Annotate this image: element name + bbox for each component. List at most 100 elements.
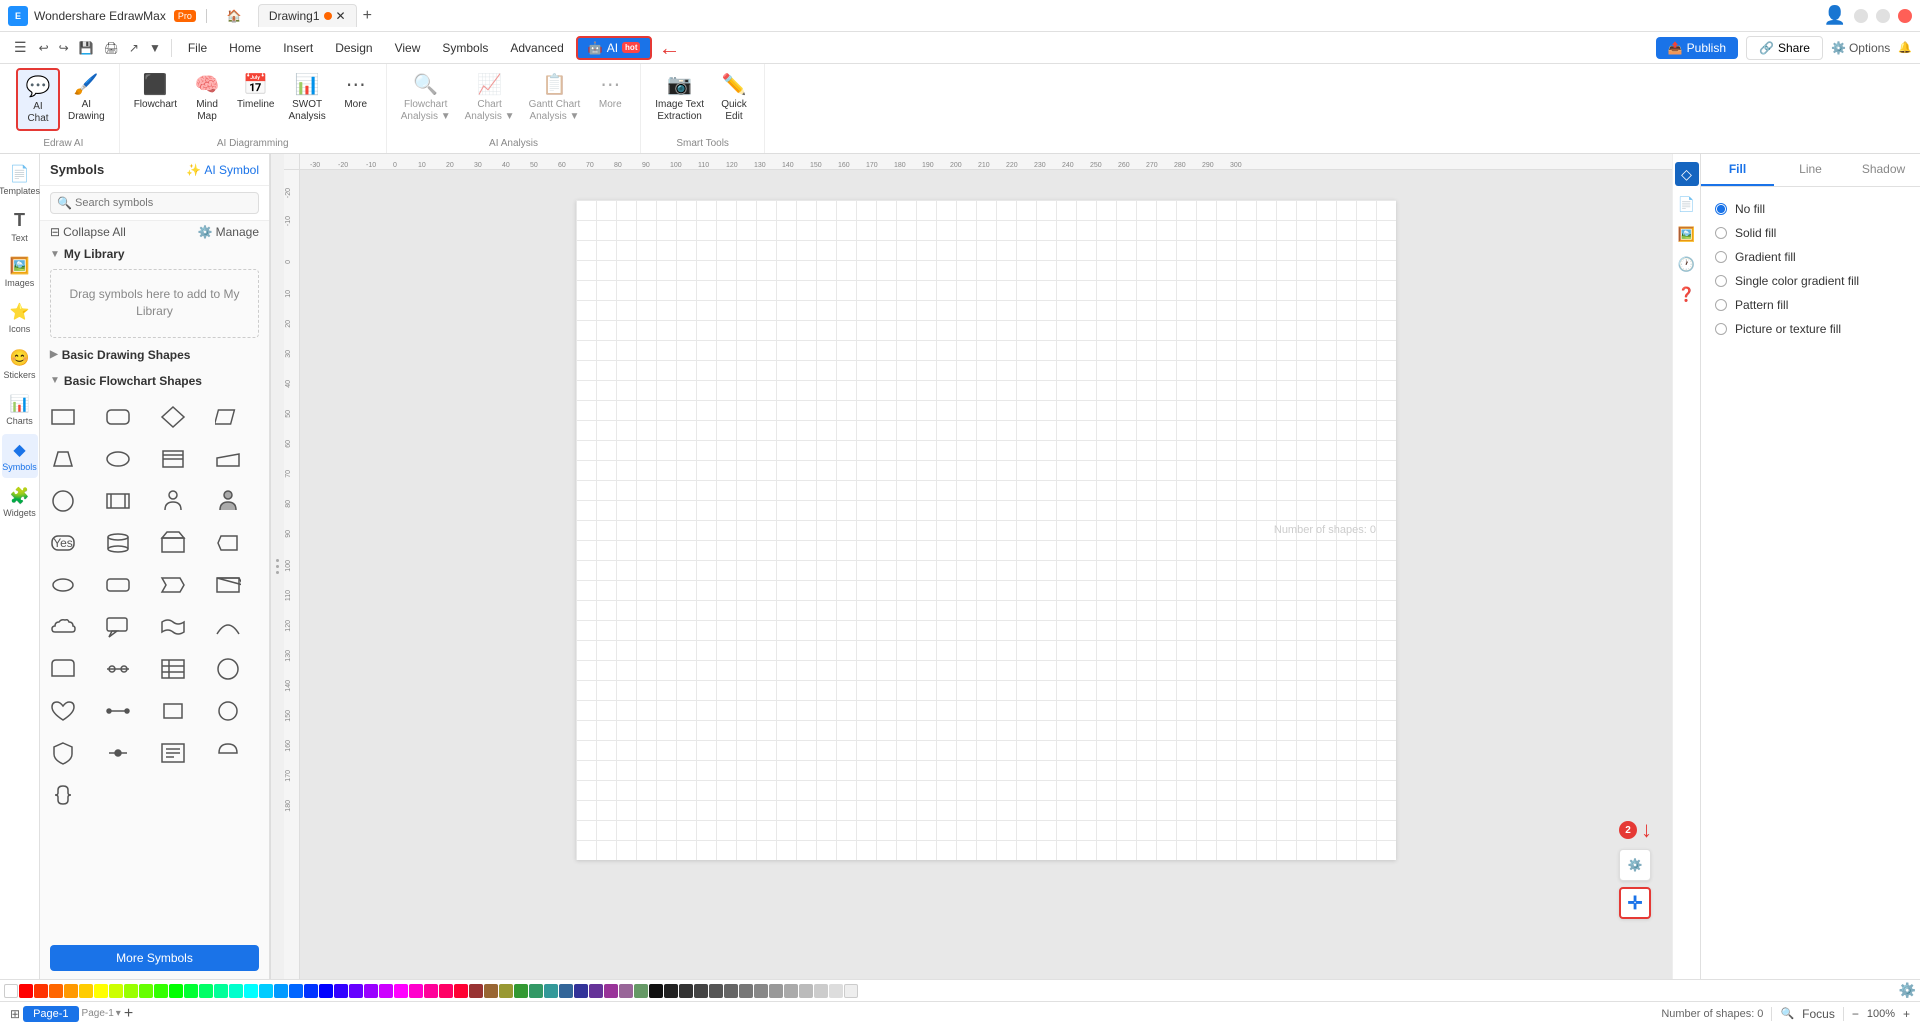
color-swatch-almost-white[interactable]: [829, 984, 843, 998]
color-swatch-near-black[interactable]: [664, 984, 678, 998]
symbol-person[interactable]: [156, 484, 190, 518]
right-help-btn[interactable]: ❓: [1675, 282, 1699, 306]
grid-view-btn[interactable]: ⊞: [10, 1007, 20, 1021]
color-swatch-steel[interactable]: [559, 984, 573, 998]
color-swatch-gray[interactable]: [724, 984, 738, 998]
color-swatch-green2[interactable]: [184, 984, 198, 998]
color-swatch-dark-green[interactable]: [514, 984, 528, 998]
my-library-section[interactable]: ▼ My Library: [40, 243, 269, 265]
more-quick-btn[interactable]: ▼: [145, 39, 165, 57]
color-swatch-green-bright[interactable]: [139, 984, 153, 998]
right-doc-btn[interactable]: 📄: [1675, 192, 1699, 216]
color-swatch-green[interactable]: [154, 984, 168, 998]
color-swatch-cyan[interactable]: [244, 984, 258, 998]
chart-analysis-btn[interactable]: 📈 ChartAnalysis ▼: [459, 68, 521, 127]
color-swatch-dark-red[interactable]: [469, 984, 483, 998]
color-swatch-yellow[interactable]: [79, 984, 93, 998]
color-swatch-dark-cyan[interactable]: [544, 984, 558, 998]
color-swatch-olive[interactable]: [499, 984, 513, 998]
color-swatch-red2[interactable]: [34, 984, 48, 998]
title-tab-home[interactable]: 🏠: [217, 5, 252, 27]
color-swatch-blue-light[interactable]: [274, 984, 288, 998]
image-text-btn[interactable]: 📷 Image TextExtraction: [649, 68, 710, 127]
ai-menu-btn[interactable]: 🤖 AI hot: [576, 36, 653, 60]
color-swatch-teal[interactable]: [529, 984, 543, 998]
basic-drawing-section[interactable]: ▶ Basic Drawing Shapes: [40, 344, 269, 366]
fill-option-none[interactable]: No fill: [1711, 197, 1910, 221]
right-history-btn[interactable]: 🕐: [1675, 252, 1699, 276]
symbol-circle[interactable]: [46, 484, 80, 518]
symbol-arc[interactable]: [211, 610, 245, 644]
color-swatch-crimson[interactable]: [454, 984, 468, 998]
focus-btn[interactable]: Focus: [1802, 1007, 1835, 1021]
notification-icon[interactable]: 🔔: [1898, 41, 1912, 54]
color-swatch-near-white[interactable]: [844, 984, 858, 998]
color-swatch-dark-blue[interactable]: [574, 984, 588, 998]
ai-chat-btn[interactable]: 💬 AIChat: [16, 68, 60, 131]
tab-shadow[interactable]: Shadow: [1847, 154, 1920, 186]
color-swatch-gray-medium[interactable]: [769, 984, 783, 998]
sidebar-item-templates[interactable]: 📄 Templates: [2, 158, 38, 202]
menu-advanced[interactable]: Symbols: [432, 37, 498, 59]
color-swatch-dark-purple[interactable]: [589, 984, 603, 998]
color-swatch-mint[interactable]: [214, 984, 228, 998]
color-swatch-bright-yellow[interactable]: [94, 984, 108, 998]
color-swatch-blue[interactable]: [289, 984, 303, 998]
symbol-wave[interactable]: [156, 610, 190, 644]
undo-btn[interactable]: ↩: [35, 39, 53, 57]
color-swatch-lime2[interactable]: [124, 984, 138, 998]
symbol-half-circle[interactable]: [211, 736, 245, 770]
title-tab-drawing[interactable]: Drawing1 ✕: [258, 4, 357, 27]
settings-float-btn[interactable]: ⚙️: [1619, 849, 1651, 881]
redo-btn[interactable]: ↪: [55, 39, 73, 57]
add-page-btn[interactable]: +: [124, 1005, 133, 1023]
collapse-all-btn[interactable]: ⊟ Collapse All: [50, 225, 126, 239]
right-image-btn[interactable]: 🖼️: [1675, 222, 1699, 246]
symbol-rounded-rect[interactable]: [101, 400, 135, 434]
symbol-line-process[interactable]: [101, 652, 135, 686]
color-swatch-fuchsia[interactable]: [394, 984, 408, 998]
color-swatch-spring[interactable]: [199, 984, 213, 998]
color-swatch-yellow-orange[interactable]: [64, 984, 78, 998]
color-swatch-orange[interactable]: [49, 984, 63, 998]
color-swatch-magenta[interactable]: [379, 984, 393, 998]
symbol-rect3[interactable]: [156, 694, 190, 728]
symbol-drum[interactable]: [101, 526, 135, 560]
tab-close-icon[interactable]: ✕: [336, 9, 346, 23]
menu-advanced2[interactable]: Advanced: [500, 37, 573, 59]
color-swatch-gray-mid[interactable]: [709, 984, 723, 998]
color-swatch-brown[interactable]: [484, 984, 498, 998]
share-btn[interactable]: 🔗 Share: [1746, 36, 1823, 60]
symbol-predefined-process[interactable]: [101, 484, 135, 518]
gantt-analysis-btn[interactable]: 📋 Gantt ChartAnalysis ▼: [523, 68, 587, 127]
color-swatch-lime[interactable]: [109, 984, 123, 998]
fill-option-picture[interactable]: Picture or texture fill: [1711, 317, 1910, 341]
menu-symbols[interactable]: View: [385, 37, 431, 59]
sidebar-item-symbols[interactable]: ◆ Symbols: [2, 434, 38, 478]
symbol-line2[interactable]: [101, 694, 135, 728]
ai-drawing-btn[interactable]: 🖌️ AIDrawing: [62, 68, 111, 127]
symbol-circle2[interactable]: [211, 652, 245, 686]
add-shape-float-btn[interactable]: ✛: [1619, 887, 1651, 919]
flowchart-analysis-btn[interactable]: 🔍 FlowchartAnalysis ▼: [395, 68, 457, 127]
sidebar-item-images[interactable]: 🖼️ Images: [2, 250, 38, 294]
color-swatch-purple[interactable]: [364, 984, 378, 998]
symbol-chevron[interactable]: [156, 568, 190, 602]
more-analysis-btn[interactable]: ⋯ More: [588, 68, 632, 115]
page-dropdown-icon[interactable]: ▾: [116, 1008, 121, 1019]
symbol-notes[interactable]: [156, 736, 190, 770]
color-swatch-rose[interactable]: [439, 984, 453, 998]
right-fill-btn[interactable]: ◇: [1675, 162, 1699, 186]
symbol-display[interactable]: [211, 526, 245, 560]
color-swatch-gray-light[interactable]: [739, 984, 753, 998]
color-swatch-light-gray[interactable]: [799, 984, 813, 998]
symbol-list[interactable]: [156, 652, 190, 686]
menu-design[interactable]: Insert: [273, 37, 323, 59]
canvas-scroll-area[interactable]: Number of shapes: 0 2 ↓ ⚙️ ✛: [300, 170, 1672, 979]
symbol-oval[interactable]: [101, 442, 135, 476]
restore-btn[interactable]: [1876, 9, 1890, 23]
symbol-shield[interactable]: [46, 736, 80, 770]
symbol-rect-rounded-corner[interactable]: [46, 652, 80, 686]
color-swatch-violet[interactable]: [334, 984, 348, 998]
sidebar-item-widgets[interactable]: 🧩 Widgets: [2, 480, 38, 524]
